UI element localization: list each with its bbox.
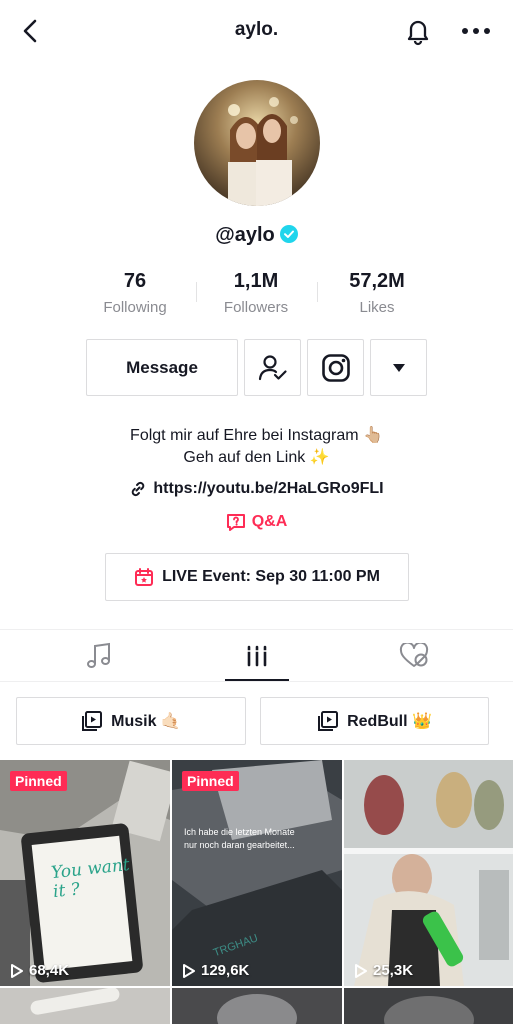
video-grid: You want it ? Pinned 68,4K TRGHAU Ich ha… (0, 760, 513, 1024)
chevron-down-icon (392, 363, 405, 372)
playlist-label: Musik 🤙🏻 (111, 713, 181, 730)
more-icon (462, 28, 490, 34)
view-count: 25,3K (354, 962, 413, 979)
playlists: Musik 🤙🏻 RedBull 👑 (0, 697, 513, 747)
profile-stats: 76 Following 1,1M Followers 57,2M Likes (0, 270, 513, 320)
stat-likes-value: 57,2M (349, 270, 405, 292)
pinned-badge: Pinned (182, 771, 239, 791)
play-icon (355, 963, 367, 978)
view-count-value: 129,6K (201, 962, 250, 979)
live-event-label: LIVE Event: Sep 30 11:00 PM (162, 568, 380, 585)
playlist-label: RedBull 👑 (347, 713, 432, 730)
stat-following-value: 76 (123, 270, 147, 292)
grid-icon (247, 645, 267, 667)
view-count: 68,4K (10, 962, 69, 979)
active-tab-indicator (225, 679, 289, 681)
stat-followers[interactable]: 1,1M Followers (196, 270, 316, 316)
live-event-button[interactable]: LIVE Event: Sep 30 11:00 PM (105, 553, 409, 601)
stat-followers-value: 1,1M (233, 270, 279, 292)
bio-line: Geh auf den Link ✨ (183, 449, 330, 466)
video-thumbnail[interactable] (0, 988, 170, 1024)
play-icon (11, 963, 23, 978)
notifications-button[interactable] (401, 13, 435, 49)
more-options-button[interactable] (458, 14, 494, 48)
video-thumbnail[interactable]: TRGHAU Ich habe die letzten Monate nur n… (172, 760, 342, 986)
playlist-icon (318, 711, 339, 731)
view-count-value: 68,4K (29, 962, 70, 979)
view-count: 129,6K (182, 962, 249, 979)
bell-icon (407, 20, 429, 46)
view-count-value: 25,3K (373, 962, 414, 979)
instagram-button[interactable] (307, 339, 364, 396)
liked-hidden-icon (399, 643, 429, 667)
follow-user-icon (258, 354, 287, 380)
video-thumbnail[interactable]: You want it ? Pinned 68,4K (0, 760, 170, 986)
qa-icon (226, 514, 245, 531)
content-tabs (0, 629, 513, 682)
verified-icon (279, 225, 298, 249)
profile-handle: @aylo (215, 224, 275, 246)
bio: Folgt mir auf Ehre bei Instagram 👆🏼 Geh … (0, 425, 513, 469)
top-bar: aylo. (0, 0, 513, 62)
stat-following[interactable]: 76 Following (75, 270, 195, 316)
pinned-badge: Pinned (10, 771, 67, 791)
bio-link[interactable]: https://youtu.be/2HaLGRo9FLI (0, 480, 513, 498)
tab-videos[interactable] (182, 630, 332, 682)
video-overlay-text: Ich habe die letzten Monate nur noch dar… (184, 827, 295, 850)
following-button[interactable] (244, 339, 301, 396)
instagram-icon (321, 353, 350, 382)
calendar-icon (135, 568, 154, 586)
back-icon (23, 19, 37, 43)
stat-followers-label: Followers (223, 299, 289, 316)
link-icon (132, 481, 145, 497)
play-icon (183, 963, 195, 978)
qa-label: Q&A (251, 513, 288, 530)
page-title: aylo. (234, 19, 279, 40)
stat-following-label: Following (103, 299, 167, 316)
suggested-accounts-button[interactable] (370, 339, 427, 396)
stat-likes[interactable]: 57,2M Likes (317, 270, 437, 316)
bio-line: Folgt mir auf Ehre bei Instagram 👆🏼 (130, 427, 383, 444)
video-thumbnail[interactable]: 25,3K (344, 760, 513, 986)
back-button[interactable] (14, 14, 48, 48)
qa-button[interactable]: Q&A (0, 512, 513, 532)
tab-liked[interactable] (339, 630, 489, 682)
video-thumbnail[interactable] (172, 988, 342, 1024)
playlist-musik[interactable]: Musik 🤙🏻 (16, 697, 246, 745)
music-icon (87, 642, 110, 668)
avatar[interactable] (194, 80, 320, 206)
video-thumbnail[interactable] (344, 988, 513, 1024)
stat-likes-label: Likes (359, 299, 395, 316)
profile-actions: Message (0, 339, 513, 397)
message-button[interactable]: Message (86, 339, 238, 396)
tab-music[interactable] (24, 630, 174, 682)
playlist-redbull[interactable]: RedBull 👑 (260, 697, 489, 745)
playlist-icon (82, 711, 103, 731)
link-url: https://youtu.be/2HaLGRo9FLI (153, 480, 384, 497)
